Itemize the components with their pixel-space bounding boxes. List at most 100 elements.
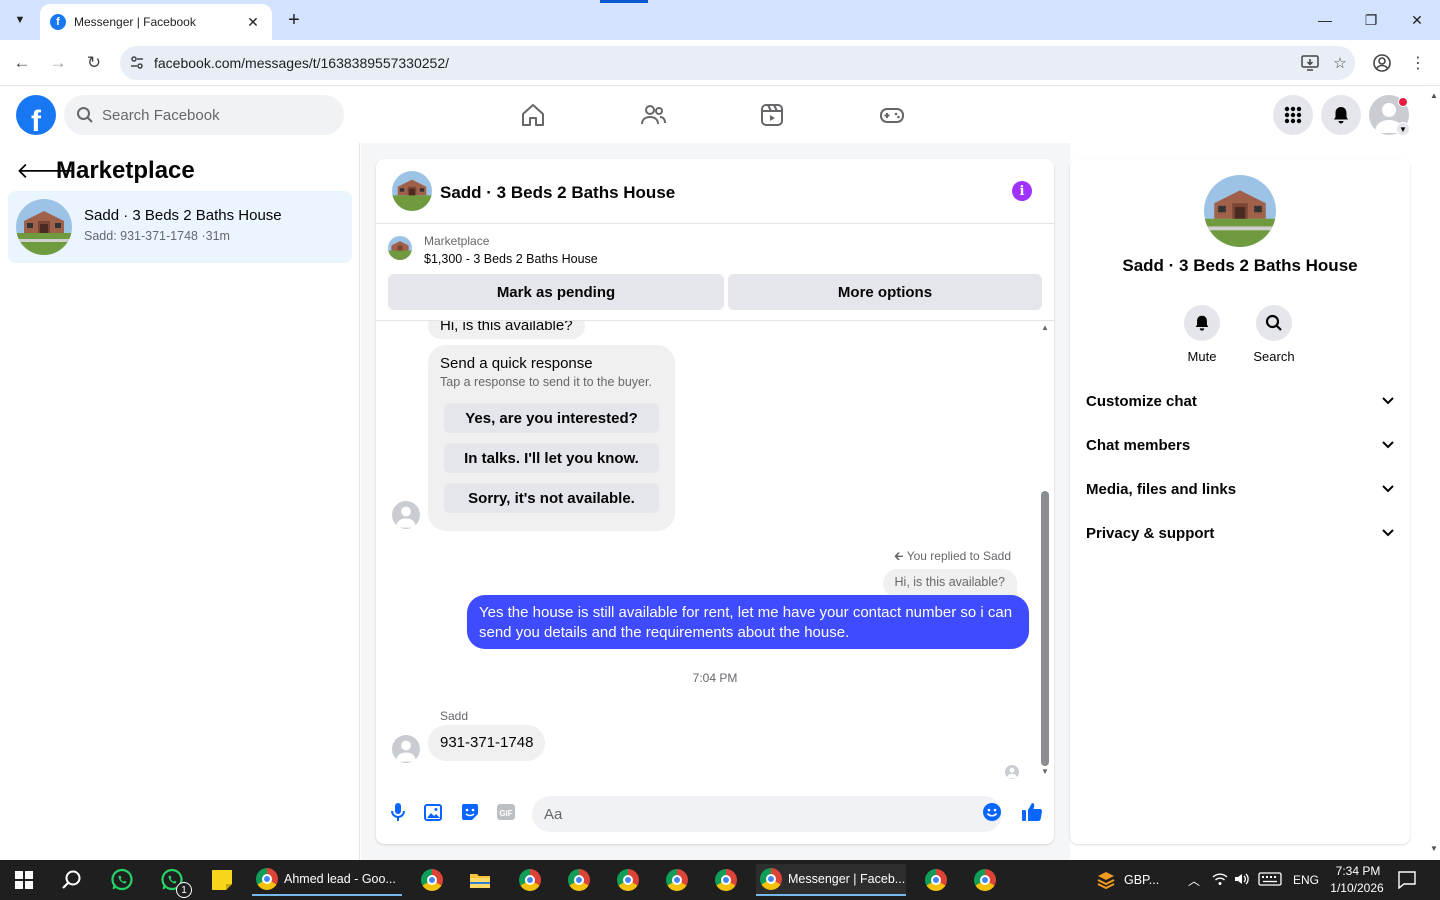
browser-tab[interactable]: f Messenger | Facebook ✕ [40, 4, 272, 40]
friends-icon[interactable] [633, 95, 673, 135]
address-bar[interactable]: facebook.com/messages/t/1638389557330252… [120, 46, 1355, 80]
more-options-button[interactable]: More options [728, 274, 1042, 310]
mark-as-pending-button[interactable]: Mark as pending [388, 274, 724, 310]
search-icon[interactable] [56, 864, 88, 896]
gaming-icon[interactable] [872, 95, 912, 135]
notification-center-icon[interactable] [1398, 871, 1416, 892]
search-action[interactable]: Search [1244, 305, 1304, 364]
facebook-search[interactable] [64, 95, 344, 135]
buyer-avatar-2[interactable] [392, 735, 420, 763]
facebook-search-input[interactable] [102, 106, 322, 124]
menu-grid-icon[interactable] [1273, 95, 1313, 135]
taskbar-chrome-window[interactable] [920, 864, 952, 896]
home-icon[interactable] [513, 95, 553, 135]
clock-date[interactable]: 1/10/2026 [1326, 881, 1388, 895]
close-window-icon[interactable]: ✕ [1394, 0, 1440, 40]
buyer-avatar[interactable] [392, 501, 420, 529]
back-arrow-icon[interactable]: 🡐 [16, 158, 75, 184]
tray-app-icon[interactable] [1094, 864, 1118, 896]
page-scroll-down-icon[interactable]: ▼ [1430, 844, 1438, 853]
mute-action[interactable]: Mute [1172, 305, 1232, 364]
quick-response-option-not-available[interactable]: Sorry, it's not available. [444, 483, 659, 513]
sent-message-bubble: Yes the house is still available for ren… [467, 595, 1029, 649]
windows-logo-icon[interactable] [8, 864, 40, 896]
video-reels-icon[interactable] [752, 95, 792, 135]
photo-attach-icon[interactable] [422, 800, 446, 824]
section-chat-members[interactable]: Chat members [1086, 423, 1394, 467]
taskbar-search-button[interactable] [56, 864, 88, 896]
message-scrollbar[interactable]: ▲ ▼ [1039, 321, 1051, 781]
thumbs-up-icon[interactable] [1020, 800, 1044, 824]
file-explorer-app[interactable] [464, 864, 496, 896]
page-scroll-up-icon[interactable]: ▲ [1430, 91, 1438, 100]
thread-list-item[interactable]: Sadd · 3 Beds 2 Baths House Sadd: 931-37… [8, 191, 352, 263]
browser-tab-bar: ▼ f Messenger | Facebook ✕ + — ❐ ✕ [0, 0, 1440, 40]
taskbar-chrome-window[interactable] [612, 864, 644, 896]
start-button[interactable] [8, 864, 40, 896]
chrome-icon [568, 869, 590, 891]
clock-time[interactable]: 7:34 PM [1330, 864, 1386, 878]
chat-title[interactable]: Sadd · 3 Beds 2 Baths House [440, 183, 675, 203]
taskbar-chrome-window[interactable] [514, 864, 546, 896]
section-privacy-support[interactable]: Privacy & support [1086, 511, 1394, 555]
search-icon[interactable] [1256, 305, 1292, 341]
quick-response-option-in-talks[interactable]: In talks. I'll let you know. [444, 443, 659, 473]
whatsapp-app[interactable] [106, 864, 138, 896]
sticky-notes-app[interactable] [206, 864, 238, 896]
listing-thumbnail[interactable] [388, 236, 412, 260]
taskbar-chrome-window[interactable] [416, 864, 448, 896]
tray-app[interactable]: GBP... [1094, 864, 1159, 896]
network-icon[interactable] [1212, 872, 1228, 889]
keyboard-icon[interactable] [1258, 872, 1282, 889]
listing-title[interactable]: $1,300 - 3 Beds 2 Baths House [424, 252, 598, 266]
notifications-bell-icon[interactable] [1321, 95, 1361, 135]
volume-icon[interactable] [1234, 872, 1250, 889]
browser-menu-icon[interactable]: ⋮ [1404, 49, 1432, 77]
profile-icon[interactable] [1368, 49, 1396, 77]
section-media-files-links[interactable]: Media, files and links [1086, 467, 1394, 511]
message-input[interactable] [532, 796, 1002, 832]
info-icon[interactable]: i [1012, 181, 1032, 201]
details-house-thumbnail[interactable] [1204, 175, 1276, 247]
taskbar-chrome-window[interactable] [563, 864, 595, 896]
reload-icon[interactable]: ↻ [80, 49, 108, 77]
scroll-down-icon[interactable]: ▼ [1039, 767, 1051, 777]
whatsapp-business-icon[interactable]: 1 [156, 864, 192, 898]
site-settings-icon[interactable] [120, 55, 154, 71]
chat-house-thumbnail[interactable] [392, 171, 432, 211]
page-scrollbar[interactable]: ▲ ▼ [1428, 87, 1440, 860]
install-app-icon[interactable] [1295, 55, 1325, 71]
language-indicator[interactable]: ENG [1293, 873, 1319, 887]
gif-icon[interactable]: GIF [494, 800, 518, 824]
taskbar-chrome-messenger[interactable]: Messenger | Faceb... [756, 864, 906, 896]
minimize-icon[interactable]: — [1302, 0, 1348, 40]
back-icon[interactable]: ← [8, 49, 36, 77]
first-message-bubble: Hi, is this available? [428, 321, 585, 339]
new-tab-plus-icon[interactable]: + [282, 8, 306, 32]
section-customize-chat[interactable]: Customize chat [1086, 379, 1394, 423]
taskbar-chrome-window[interactable] [710, 864, 742, 896]
whatsapp-business-app[interactable]: 1 [156, 864, 192, 898]
tab-close-icon[interactable]: ✕ [244, 14, 262, 31]
folder-icon[interactable] [464, 864, 496, 896]
tray-overflow-chevron-icon[interactable]: ︿ [1188, 872, 1200, 889]
whatsapp-icon[interactable] [106, 864, 138, 896]
tab-search-chevron-icon[interactable]: ▼ [6, 6, 34, 34]
restore-icon[interactable]: ❐ [1348, 0, 1394, 40]
bell-icon[interactable] [1184, 305, 1220, 341]
taskbar-chrome-window[interactable] [661, 864, 693, 896]
sticker-icon[interactable] [458, 800, 482, 824]
chrome-icon [925, 869, 947, 891]
facebook-logo-icon[interactable]: f [16, 95, 56, 135]
account-chevron-down-icon[interactable]: ▼ [1396, 122, 1410, 136]
bookmark-star-icon[interactable]: ☆ [1325, 54, 1355, 72]
microphone-icon[interactable] [386, 800, 410, 824]
scroll-up-icon[interactable]: ▲ [1039, 323, 1051, 333]
scroll-thumb[interactable] [1041, 491, 1049, 766]
taskbar-chrome-ahmed-lead[interactable]: Ahmed lead - Goo... [252, 864, 402, 896]
sticky-notes-icon[interactable] [206, 864, 238, 896]
taskbar-chrome-window[interactable] [969, 864, 1001, 896]
emoji-icon[interactable] [980, 800, 1004, 824]
quick-response-option-interested[interactable]: Yes, are you interested? [444, 403, 659, 433]
forward-icon[interactable]: → [44, 49, 72, 77]
